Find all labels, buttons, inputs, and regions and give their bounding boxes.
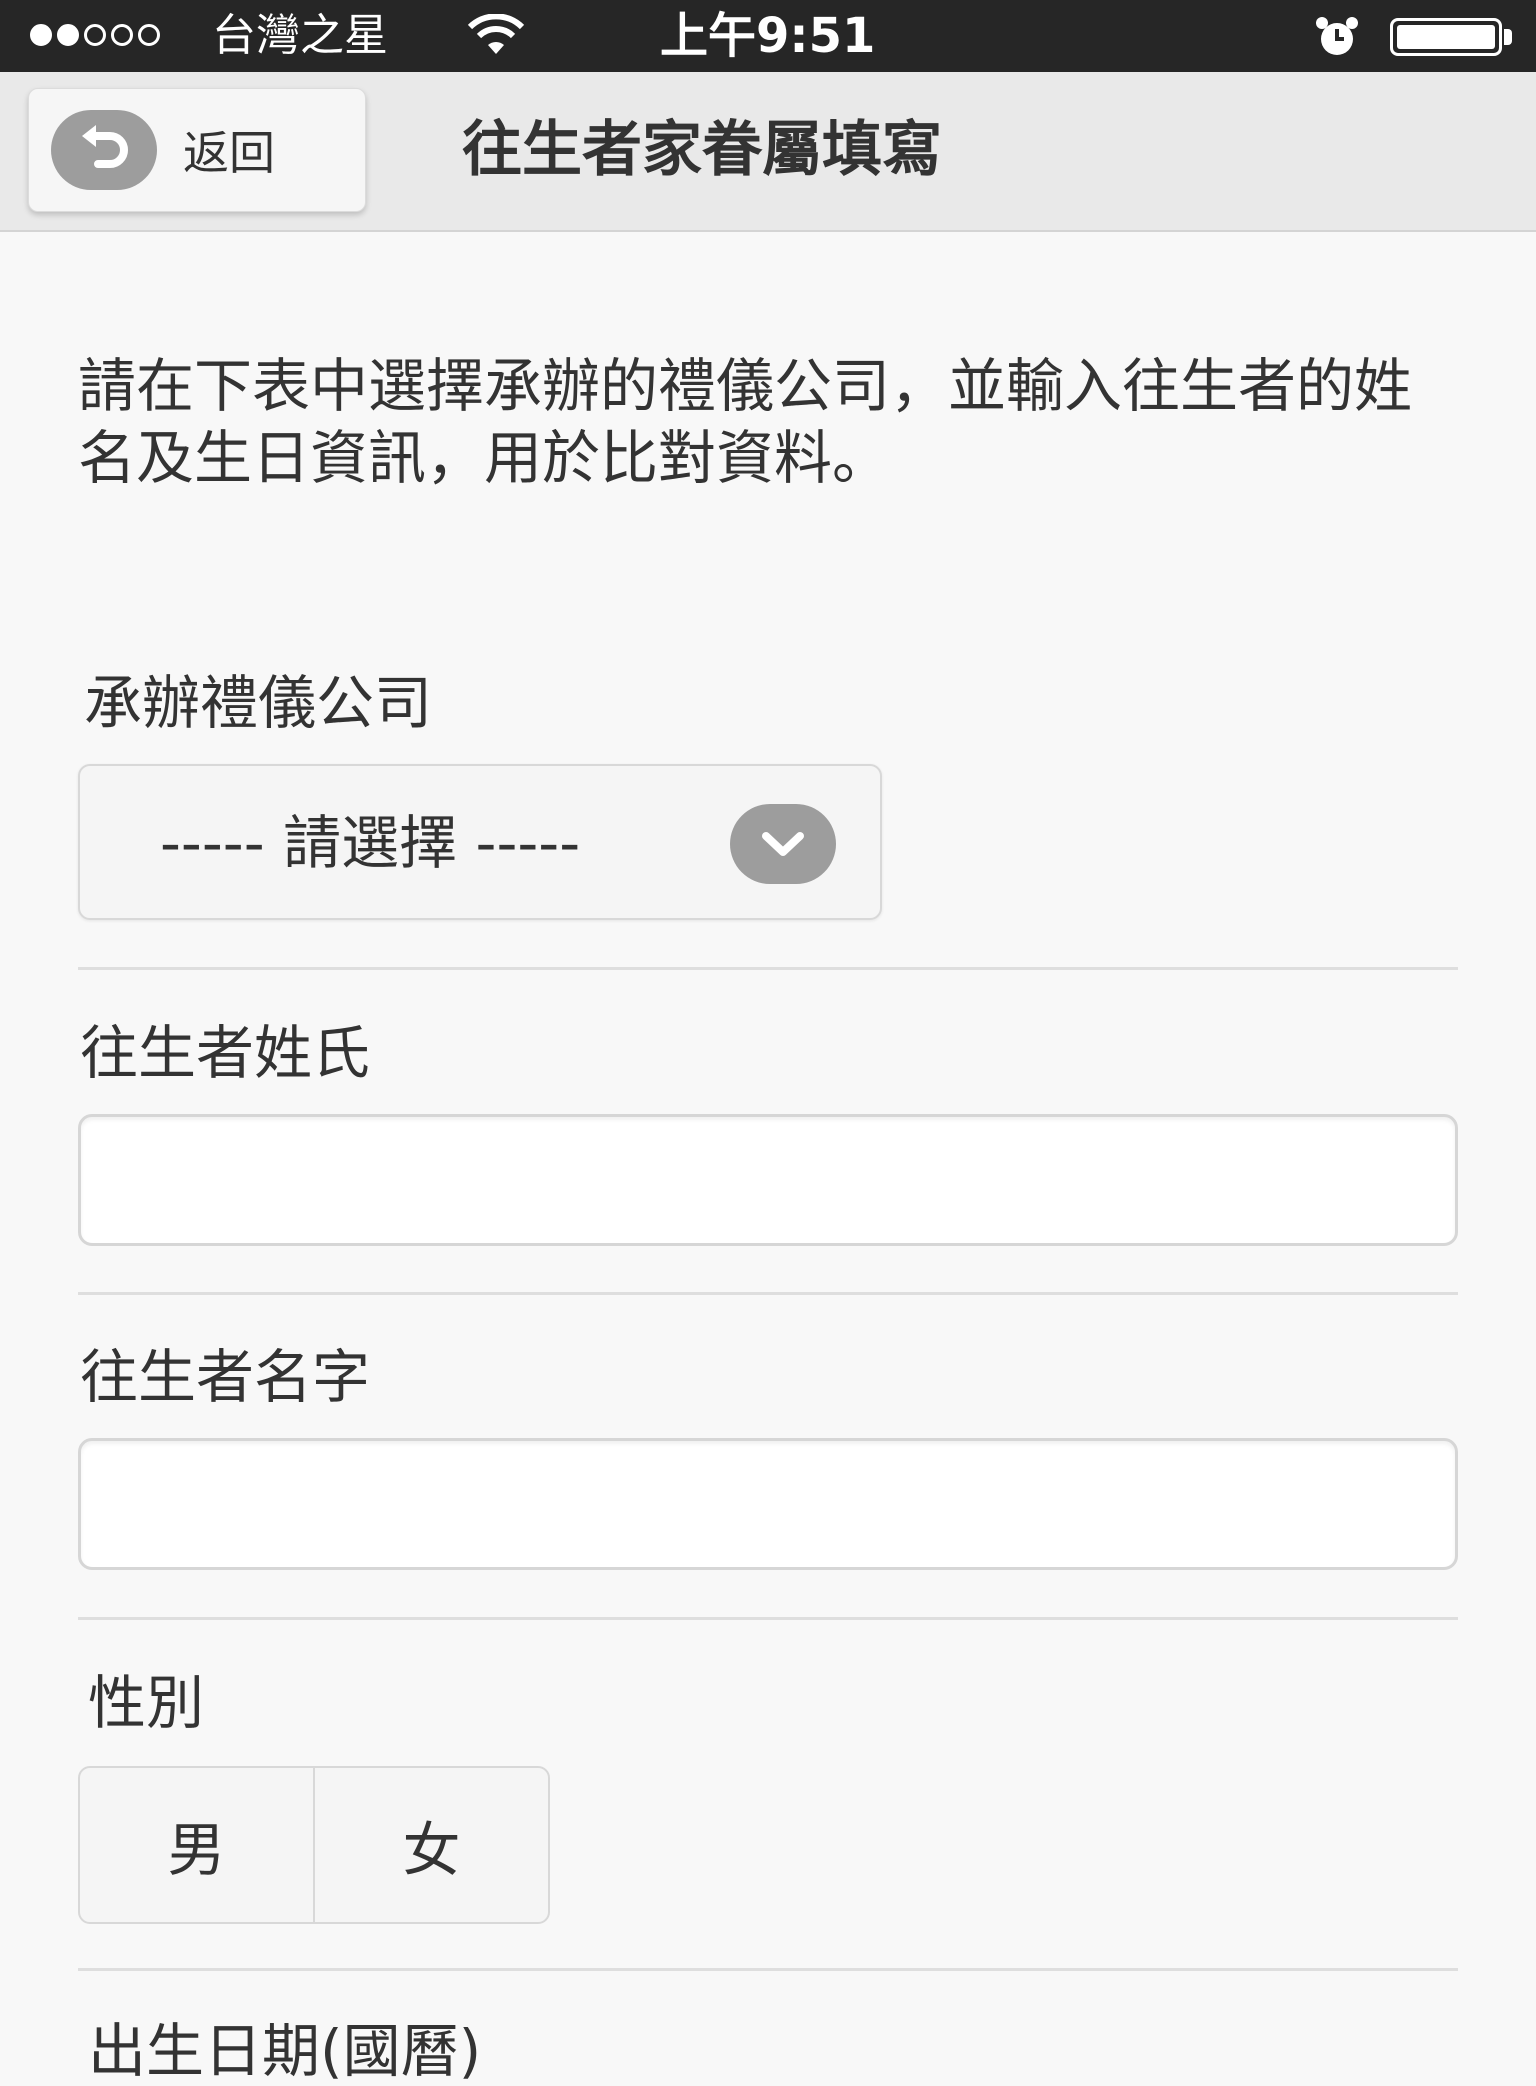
divider xyxy=(78,1968,1458,1971)
company-select-value: ----- 請選擇 ----- xyxy=(160,809,581,877)
intro-text: 請在下表中選擇承辦的禮儀公司，並輸入往生者的姓名及生日資訊，用於比對資料。 xyxy=(78,352,1413,492)
status-bar: 台灣之星 上午9:51 xyxy=(0,0,1536,72)
page-title: 往生者家眷屬填寫 xyxy=(462,115,942,185)
clock: 上午9:51 xyxy=(660,8,876,64)
given-name-label: 往生者名字 xyxy=(80,1343,371,1411)
surname-label: 往生者姓氏 xyxy=(80,1019,371,1087)
signal-strength-icon xyxy=(30,24,160,46)
battery-icon xyxy=(1390,18,1502,56)
back-arrow-icon xyxy=(51,110,157,190)
wifi-icon xyxy=(467,14,525,54)
divider xyxy=(78,1617,1458,1620)
battery-tip xyxy=(1504,29,1512,45)
alarm-icon xyxy=(1316,17,1358,55)
chevron-down-icon xyxy=(730,804,836,884)
divider xyxy=(78,1292,1458,1295)
gender-option-male[interactable]: 男 xyxy=(80,1768,313,1922)
gender-option-female[interactable]: 女 xyxy=(313,1768,548,1922)
birthdate-label: 出生日期(國曆) xyxy=(88,2017,482,2085)
surname-input[interactable] xyxy=(78,1114,1458,1246)
given-name-input[interactable] xyxy=(78,1438,1458,1570)
divider xyxy=(78,967,1458,970)
nav-header: 返回 往生者家眷屬填寫 xyxy=(0,72,1536,232)
back-label: 返回 xyxy=(183,126,275,180)
gender-label: 性別 xyxy=(88,1669,205,1737)
company-select[interactable]: ----- 請選擇 ----- xyxy=(78,764,882,920)
company-label: 承辦禮儀公司 xyxy=(84,669,433,737)
carrier-name: 台灣之星 xyxy=(212,10,388,61)
gender-selector: 男 女 xyxy=(78,1766,550,1924)
back-button[interactable]: 返回 xyxy=(28,88,366,212)
